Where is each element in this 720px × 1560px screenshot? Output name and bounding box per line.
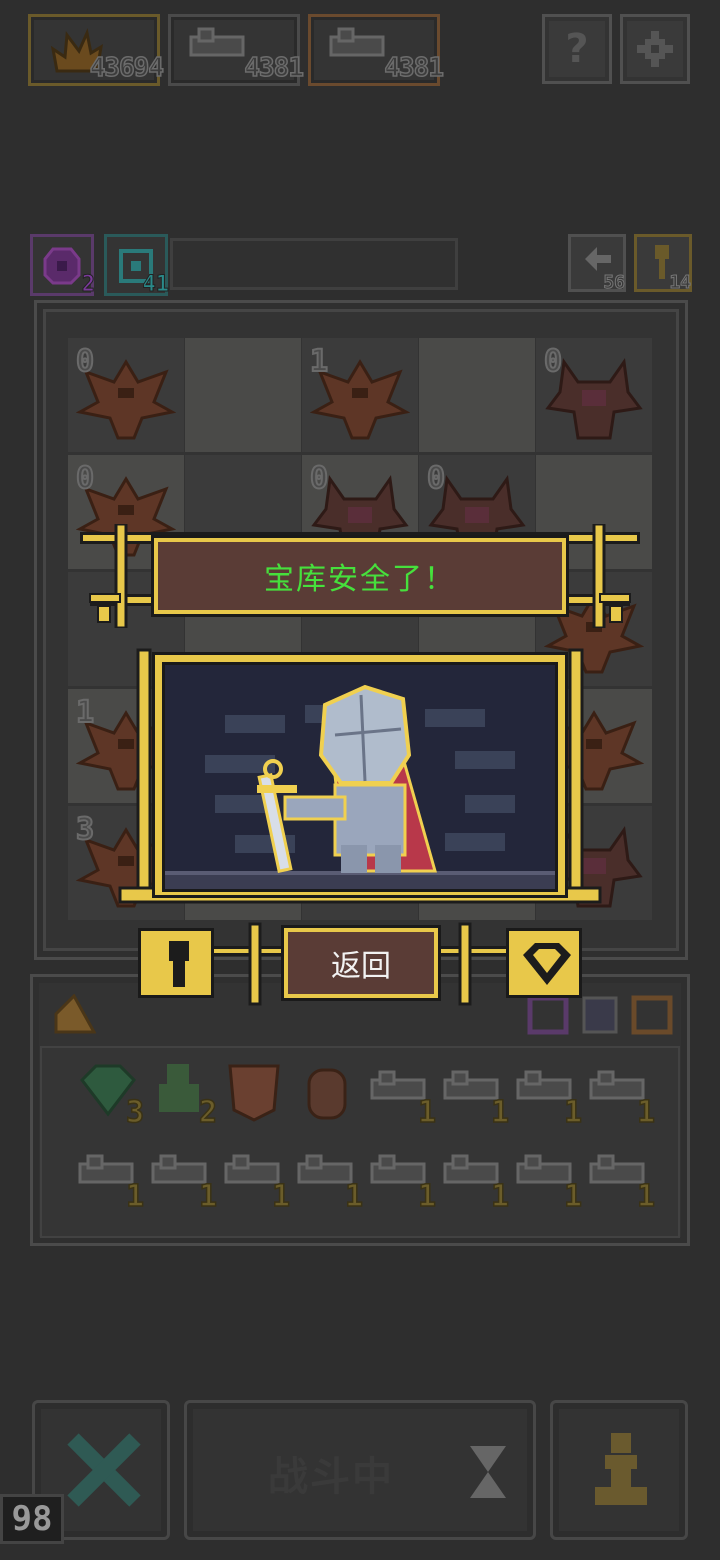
- cell-level: 0: [75, 460, 95, 497]
- hourglass-icon: [470, 1446, 506, 1498]
- help-icon: ?: [565, 26, 589, 72]
- ring-slots: [527, 995, 673, 1035]
- banner-ornament-left: [89, 524, 128, 628]
- resource-value: 43694: [89, 52, 165, 84]
- inventory-item[interactable]: 3: [76, 1060, 145, 1131]
- pawn-icon: [595, 1433, 647, 1505]
- keyhole-icon: [169, 941, 189, 987]
- item-count: 1: [563, 1094, 583, 1131]
- inventory-item[interactable]: 1: [149, 1144, 218, 1215]
- resource-fire: 43694: [28, 14, 165, 86]
- inventory-item[interactable]: 1: [368, 1060, 437, 1131]
- inventory-item[interactable]: 1: [441, 1060, 510, 1131]
- keyhole-button[interactable]: [138, 928, 214, 998]
- close-icon: [67, 1433, 141, 1507]
- cell-level: 0: [543, 343, 563, 380]
- key-count: 14: [669, 272, 692, 294]
- key-icon: [189, 27, 245, 57]
- turn-counter: 98: [0, 1494, 64, 1544]
- swap-count: 56: [603, 272, 626, 294]
- banner-ornament-right: [592, 524, 631, 628]
- item-count: 3: [125, 1094, 145, 1131]
- item-count: 1: [636, 1178, 656, 1215]
- cell-level: 1: [309, 343, 329, 380]
- item-count: 1: [490, 1094, 510, 1131]
- cell-level: 0: [426, 460, 446, 497]
- combat-status-label: 战斗中: [268, 1454, 394, 1500]
- popup-title: 宝库安全了！: [264, 562, 456, 597]
- inventory-item[interactable]: 1: [295, 1144, 364, 1215]
- purple-token-count: 2: [81, 272, 95, 298]
- item-count: 2: [198, 1094, 218, 1131]
- inventory-item[interactable]: [295, 1060, 359, 1124]
- item-count: 1: [417, 1178, 437, 1215]
- knight-illustration: [165, 684, 555, 889]
- tombstone-icon: [307, 1068, 347, 1120]
- cheese-icon: [54, 994, 96, 1034]
- resource-key-a: 4381: [168, 14, 305, 86]
- help-button[interactable]: ?: [542, 14, 612, 84]
- purple-token-badge: 2: [30, 234, 96, 298]
- back-button[interactable]: 返回: [281, 925, 441, 1001]
- purple-token-icon: [43, 247, 81, 285]
- inventory-item[interactable]: 1: [368, 1144, 437, 1215]
- cell-level: 0: [75, 343, 95, 380]
- inventory-item[interactable]: 1: [587, 1060, 656, 1131]
- diamond-icon: [523, 943, 571, 985]
- popup-title-box: 宝库安全了！: [151, 535, 569, 617]
- inventory-item[interactable]: 1: [76, 1144, 145, 1215]
- item-count: 1: [271, 1178, 291, 1215]
- vault-cell[interactable]: 0: [68, 338, 184, 452]
- item-count: 1: [417, 1094, 437, 1131]
- cyan-token-count: 41: [142, 272, 169, 298]
- vault-cell[interactable]: 1: [302, 338, 418, 452]
- item-count: 1: [563, 1178, 583, 1215]
- swap-counter[interactable]: 56: [568, 234, 626, 294]
- resource-value: 4381: [384, 52, 445, 84]
- key-icon: [329, 27, 385, 57]
- inventory-item[interactable]: 2: [149, 1060, 218, 1131]
- settings-button[interactable]: [620, 14, 690, 84]
- inventory-item[interactable]: 1: [441, 1144, 510, 1215]
- progress-bar: [170, 238, 458, 290]
- item-count: 1: [636, 1094, 656, 1131]
- gem-button[interactable]: [506, 928, 582, 998]
- item-count: 1: [490, 1178, 510, 1215]
- vault-cell[interactable]: [185, 338, 301, 452]
- key-counter[interactable]: 14: [634, 234, 692, 294]
- inventory-item[interactable]: [222, 1060, 286, 1124]
- item-count: 1: [125, 1178, 145, 1215]
- hero-portrait: [162, 662, 558, 892]
- inventory-item[interactable]: 1: [222, 1144, 291, 1215]
- inventory-item[interactable]: 1: [514, 1060, 583, 1131]
- armor-icon: [228, 1064, 280, 1122]
- item-count: 1: [198, 1178, 218, 1215]
- hero-button[interactable]: [550, 1400, 688, 1540]
- inventory-item[interactable]: 1: [587, 1144, 656, 1215]
- resource-value: 4381: [244, 52, 305, 84]
- cyan-token-badge: 41: [104, 234, 169, 298]
- resource-key-b: 4381: [308, 14, 445, 86]
- gear-icon: [637, 31, 673, 67]
- cell-level: 3: [75, 811, 95, 848]
- back-button-label: 返回: [331, 949, 391, 984]
- inventory-item[interactable]: 1: [514, 1144, 583, 1215]
- vault-cell[interactable]: [419, 338, 535, 452]
- cell-level: 1: [75, 694, 95, 731]
- vault-cell[interactable]: 0: [536, 338, 652, 452]
- cell-level: 0: [309, 460, 329, 497]
- item-count: 1: [344, 1178, 364, 1215]
